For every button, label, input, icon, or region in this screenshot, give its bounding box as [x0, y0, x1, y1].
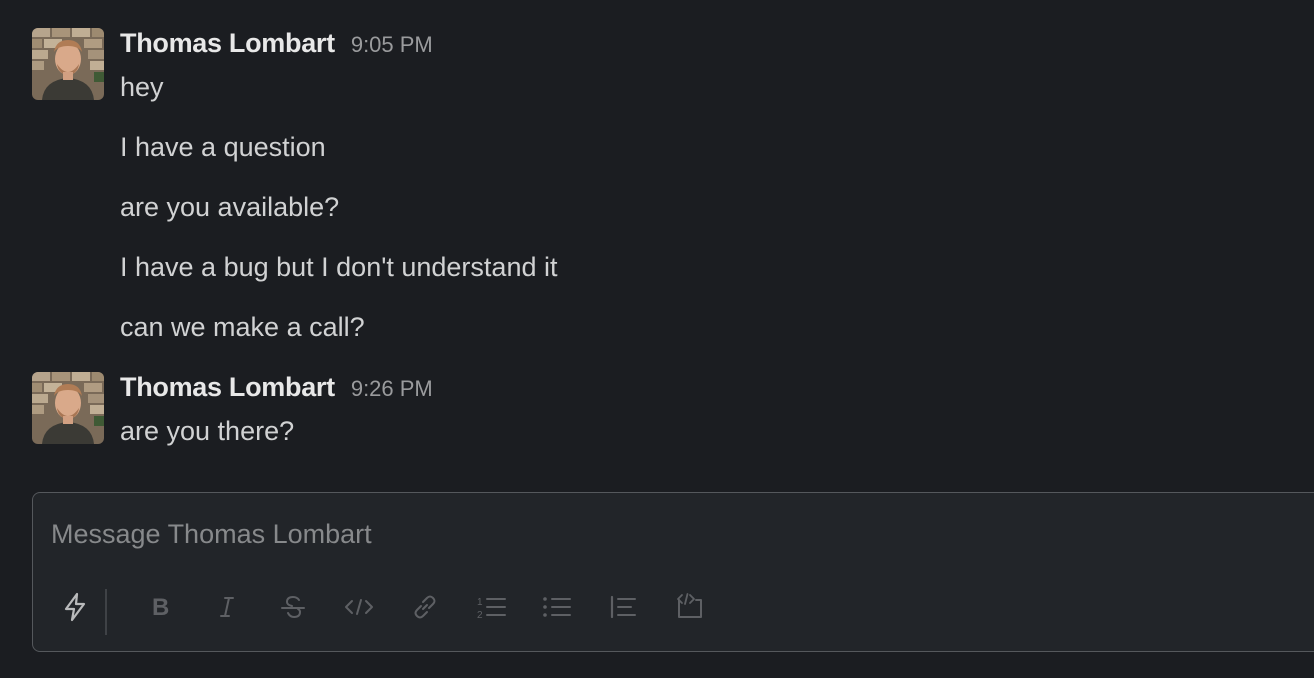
message-text: can we make a call? [120, 312, 365, 342]
blockquote-button[interactable] [601, 585, 645, 629]
shortcuts-button[interactable] [53, 585, 97, 629]
toolbar-divider [105, 589, 107, 635]
link-icon [414, 595, 436, 619]
author-name[interactable]: Thomas Lombart [120, 372, 335, 403]
blockquote-icon [610, 595, 636, 619]
code-block-icon [677, 593, 702, 618]
message-text: are you available? [120, 192, 340, 222]
avatar[interactable] [32, 28, 104, 100]
message-text: hey [120, 72, 164, 102]
italic-button[interactable] [205, 585, 249, 629]
svg-text:2: 2 [477, 610, 483, 621]
code-icon [345, 599, 373, 615]
link-button[interactable] [403, 585, 447, 629]
message-text: I have a bug but I don't understand it [120, 252, 558, 282]
formatting-toolbar: B 1 2 [33, 585, 1314, 641]
strikethrough-button[interactable] [271, 585, 315, 629]
ordered-list-icon: 1 2 [477, 597, 506, 621]
svg-text:B: B [152, 594, 169, 620]
message-timestamp[interactable]: 9:26 PM [351, 376, 433, 402]
ordered-list-button[interactable]: 1 2 [469, 585, 513, 629]
message-timestamp[interactable]: 9:05 PM [351, 32, 433, 58]
lightning-icon [64, 592, 86, 622]
bold-icon: B [152, 594, 169, 620]
bold-button[interactable]: B [139, 585, 183, 629]
svg-text:1: 1 [477, 597, 483, 608]
message-header: Thomas Lombart 9:05 PM [120, 28, 433, 59]
author-name[interactable]: Thomas Lombart [120, 28, 335, 59]
message-header: Thomas Lombart 9:26 PM [120, 372, 433, 403]
bulleted-list-icon [543, 597, 571, 617]
message-text: I have a question [120, 132, 326, 162]
bulleted-list-button[interactable] [535, 585, 579, 629]
message-composer[interactable]: Message Thomas Lombart B 1 2 [32, 492, 1314, 652]
message-input[interactable]: Message Thomas Lombart [51, 519, 372, 550]
avatar[interactable] [32, 372, 104, 444]
code-button[interactable] [337, 585, 381, 629]
code-block-button[interactable] [667, 585, 711, 629]
italic-icon [220, 597, 234, 617]
strikethrough-icon [281, 595, 305, 619]
message-text: are you there? [120, 416, 295, 446]
